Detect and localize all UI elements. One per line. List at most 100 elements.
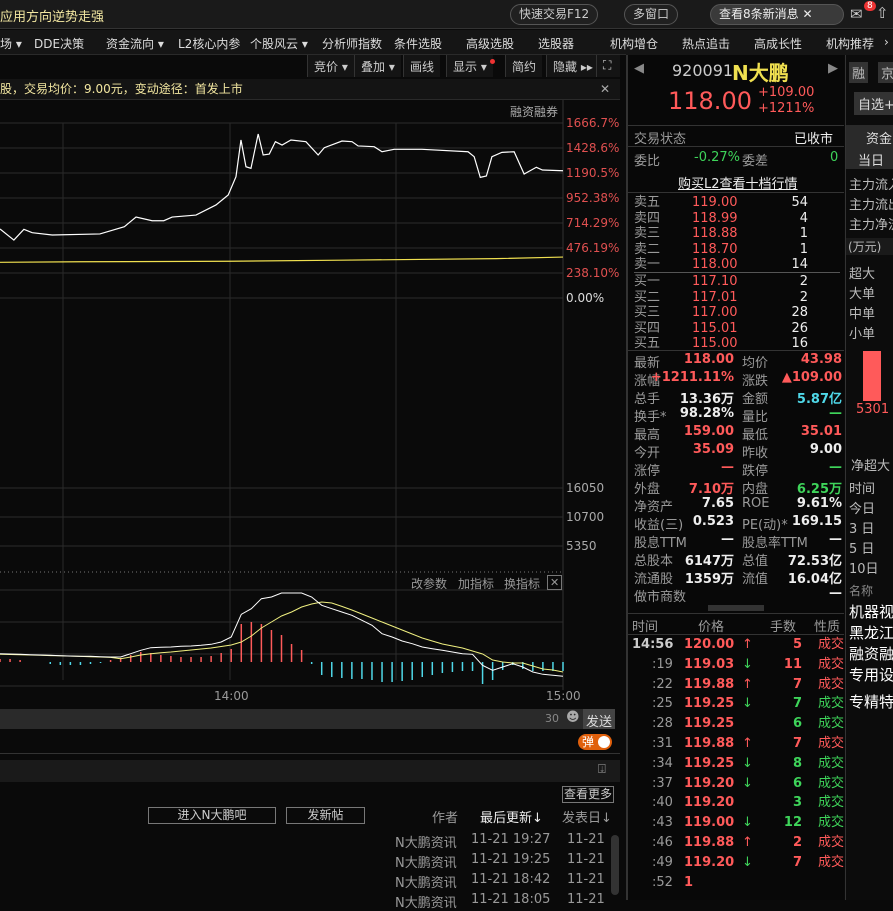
level-label: 卖三 (634, 226, 661, 242)
bid-volume: 2 (799, 274, 808, 289)
menu-item[interactable]: 分析师指数 (322, 35, 382, 52)
ask-row[interactable]: 卖四 118.99 4 (634, 211, 834, 227)
up-arrow-icon: ↑ (742, 835, 753, 850)
divider[interactable] (0, 753, 620, 755)
menu-item[interactable]: 资金流向 ▾ (106, 35, 164, 52)
col-time: 时间 (632, 620, 659, 635)
l2-link[interactable]: 购买L2查看十档行情 (678, 173, 798, 192)
col-volume: 手数 (770, 620, 797, 635)
ask-price: 118.00 (692, 257, 738, 273)
bj-button[interactable]: 京 (878, 62, 893, 83)
col-last-update[interactable]: 最后更新↓ (480, 807, 543, 826)
fullscreen-icon[interactable]: ⛶ (596, 55, 620, 77)
chat-input[interactable]: 30 ☻ 发送 (0, 709, 616, 730)
stat-value: 9.00 (809, 442, 842, 457)
multi-window-button[interactable]: 多窗口 (624, 4, 679, 25)
tick-row: :52 1 (632, 873, 844, 893)
menu-item[interactable]: 高成长性 (754, 35, 802, 52)
menu-item[interactable]: 个股风云 ▾ (250, 35, 308, 52)
emoji-icon[interactable]: ☻ (566, 710, 580, 725)
concept[interactable]: 专用设 (849, 664, 893, 685)
simple-button[interactable]: 简约 (505, 55, 543, 77)
enter-forum-button[interactable]: 进入N大鹏吧 (148, 807, 276, 824)
forum-row[interactable]: N大鹏资讯 11-21 18:05 11-21 (395, 892, 610, 911)
bid-row[interactable]: 买四 115.01 26 (634, 321, 834, 337)
menu-item[interactable]: 机构增仓 (610, 35, 658, 52)
intraday-chart[interactable] (0, 100, 620, 690)
headline[interactable]: 应用方向逆势走强 (0, 6, 104, 25)
menu-more[interactable]: › (884, 35, 889, 49)
auction-button[interactable]: 竞价 ▾ (307, 55, 354, 77)
ask-price: 118.88 (692, 226, 738, 242)
download-icon[interactable]: ⍗ (598, 762, 606, 777)
next-stock-icon[interactable]: ▶ (828, 61, 838, 76)
scrollbar[interactable] (611, 835, 619, 895)
forum-author: N大鹏资讯 (395, 876, 457, 891)
up-arrow-icon[interactable]: ⇧ (876, 4, 889, 22)
view-more-button[interactable]: 查看更多 (562, 786, 614, 803)
display-button[interactable]: 显示 ▾ (446, 55, 493, 77)
menu-item[interactable]: DDE决策 (34, 35, 84, 52)
new-post-button[interactable]: 发新帖 (286, 807, 365, 824)
tick-row: :43 119.00 ↓ 12 成交 (632, 813, 844, 833)
ask-row[interactable]: 卖五 119.00 54 (634, 195, 834, 211)
bid-row[interactable]: 买一 117.10 2 (634, 274, 834, 290)
period[interactable]: 5 日 (849, 538, 874, 557)
stat-label: 内盘 (742, 482, 769, 497)
collapse-handle[interactable] (708, 605, 764, 611)
menu-item[interactable]: 高级选股 (466, 35, 514, 52)
send-button[interactable]: 发送 (583, 709, 616, 730)
today-tab[interactable]: 当日 (858, 150, 884, 169)
concept[interactable]: 黑龙江 (849, 622, 893, 643)
menu-item[interactable]: L2核心内参 (178, 35, 240, 52)
period[interactable]: 10日 (849, 558, 879, 577)
level-label: 卖二 (634, 241, 661, 257)
ask-price: 119.00 (692, 195, 738, 210)
draw-line-button[interactable]: 画线 (403, 55, 441, 77)
close-icon[interactable]: ✕ (600, 79, 610, 99)
edit-params-button[interactable]: 改参数 (411, 575, 447, 592)
display-dot (490, 59, 495, 64)
menu-item[interactable]: 选股器 (538, 35, 574, 52)
fund-tab-label[interactable]: 资金 (866, 128, 892, 147)
col-author[interactable]: 作者 (432, 807, 458, 826)
forum-row[interactable]: N大鹏资讯 11-21 18:42 11-21 (395, 872, 610, 891)
stat-row: 最高 159.00 最低 35.01 (634, 424, 842, 443)
danmu-toggle[interactable]: 弹 (578, 734, 613, 750)
avg-price-line (0, 256, 564, 263)
size-label: 中单 (849, 307, 876, 322)
add-indicator-button[interactable]: 加指标 (458, 575, 494, 592)
ask-row[interactable]: 卖三 118.88 1 (634, 226, 834, 242)
bid-row[interactable]: 买三 117.00 28 (634, 305, 834, 321)
prev-stock-icon[interactable]: ◀ (634, 61, 644, 76)
col-post-date[interactable]: 发表日↓ (562, 807, 612, 826)
period[interactable]: 今日 (849, 498, 875, 517)
margin-label[interactable]: 融资融券 (510, 103, 558, 120)
close-indicator-icon[interactable]: ✕ (547, 575, 563, 590)
stat-label: 收益(三) (634, 518, 684, 533)
concept[interactable]: 融资融 (849, 643, 893, 664)
add-watchlist-button[interactable]: 自选+ (854, 92, 893, 115)
menu-item[interactable]: 热点追击 (682, 35, 730, 52)
tick-row: :40 119.20 3 成交 (632, 793, 844, 813)
period[interactable]: 3 日 (849, 518, 874, 537)
bid-row[interactable]: 买二 117.01 2 (634, 290, 834, 306)
ask-row[interactable]: 卖二 118.70 1 (634, 242, 834, 258)
concept[interactable]: 专精特 (849, 691, 893, 712)
mail-icon[interactable]: ✉ (850, 5, 863, 23)
overlay-button[interactable]: 叠加 ▾ (354, 55, 401, 77)
hide-button[interactable]: 隐藏 ▸▸ (546, 55, 599, 77)
menu-item[interactable]: 机构推荐 (826, 35, 874, 52)
new-messages-button[interactable]: 查看8条新消息 ✕ (710, 4, 844, 25)
menu-item[interactable]: 条件选股 (394, 35, 442, 52)
y-tick: 476.19% (566, 241, 620, 255)
switch-indicator-button[interactable]: 换指标 (504, 575, 540, 592)
concept[interactable]: 机器视 (849, 601, 893, 622)
forum-row[interactable]: N大鹏资讯 11-21 19:27 11-21 (395, 832, 610, 851)
margin-button[interactable]: 融 (849, 62, 869, 83)
quick-trade-button[interactable]: 快速交易F12 (510, 4, 599, 25)
close-icon[interactable]: ✕ (802, 7, 812, 21)
menu-item[interactable]: 场 ▾ (0, 35, 22, 52)
forum-row[interactable]: N大鹏资讯 11-21 19:25 11-21 (395, 852, 610, 871)
ask-row[interactable]: 卖一 118.00 14 (634, 257, 834, 273)
